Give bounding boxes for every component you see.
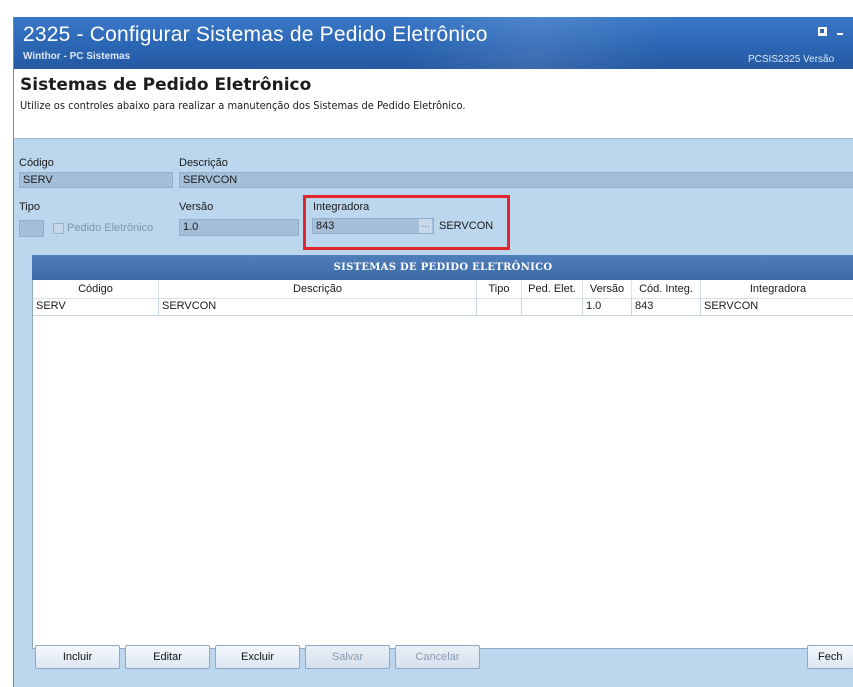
cell-ped-elet [522,298,583,316]
salvar-button[interactable]: Salvar [305,645,390,669]
window-title: 2325 - Configurar Sistemas de Pedido Ele… [23,23,488,46]
integradora-browse-button[interactable]: ... [418,219,432,233]
minimize-window-icon[interactable] [837,33,843,35]
page-description: Utilize os controles abaixo para realiza… [20,99,466,112]
codigo-label: Código [19,157,54,169]
fechar-button[interactable]: Fech [807,645,853,669]
versao-label: Versão [179,201,214,213]
top-strip [0,0,853,17]
descricao-field[interactable]: SERVCON [179,172,853,188]
cell-integradora: SERVCON [701,298,853,316]
grid-header: Código Descrição Tipo Ped. Elet. Versão … [33,280,853,299]
cancelar-button[interactable]: Cancelar [395,645,480,669]
cell-cod-integ: 843 [632,298,701,316]
page-title: Sistemas de Pedido Eletrônico [20,75,312,95]
col-header-cod-integ[interactable]: Cód. Integ. [632,280,701,298]
editar-button[interactable]: Editar [125,645,210,669]
page-header: Sistemas de Pedido Eletrônico Utilize os… [14,69,853,139]
codigo-field[interactable]: SERV [19,172,173,188]
pedido-eletronico-label: Pedido Eletrônico [67,222,154,234]
col-header-tipo[interactable]: Tipo [477,280,522,298]
excluir-button[interactable]: Excluir [215,645,300,669]
grid-title: SISTEMAS DE PEDIDO ELETRÔNICO [32,255,853,280]
restore-window-icon[interactable] [818,27,827,36]
routine-code: PCSIS2325 Versão [748,54,835,65]
data-grid: Código Descrição Tipo Ped. Elet. Versão … [32,280,853,649]
cell-descricao: SERVCON [159,298,477,316]
col-header-descricao[interactable]: Descrição [159,280,477,298]
col-header-ped-elet[interactable]: Ped. Elet. [522,280,583,298]
cell-codigo: SERV [33,298,159,316]
window-subtitle: Winthor - PC Sistemas [23,51,131,62]
integradora-name: SERVCON [439,220,494,232]
app-window: 2325 - Configurar Sistemas de Pedido Ele… [13,17,853,687]
cell-tipo [477,298,522,316]
col-header-versao[interactable]: Versão [583,280,632,298]
tipo-label: Tipo [19,201,40,213]
pedido-eletronico-checkbox[interactable] [53,223,64,234]
title-bar: 2325 - Configurar Sistemas de Pedido Ele… [14,17,853,69]
col-header-codigo[interactable]: Código [33,280,159,298]
incluir-button[interactable]: Incluir [35,645,120,669]
col-header-integradora[interactable]: Integradora [701,280,853,298]
cell-versao: 1.0 [583,298,632,316]
table-row[interactable]: SERV SERVCON 1.0 843 SERVCON [33,298,853,316]
tipo-field[interactable] [19,220,44,237]
integradora-code-field[interactable]: 843 [312,218,434,234]
versao-field[interactable]: 1.0 [179,219,299,236]
descricao-label: Descrição [179,157,228,169]
integradora-label: Integradora [313,201,370,213]
